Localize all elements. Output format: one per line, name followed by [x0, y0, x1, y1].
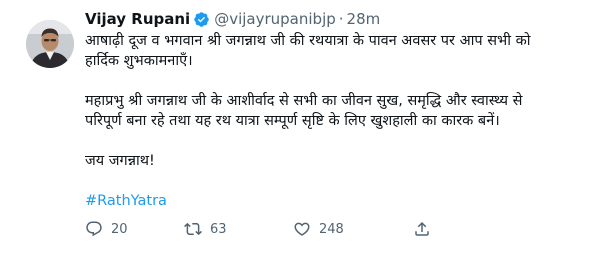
tweet-text-line: हार्दिक शुभकामनाएँ। [85, 53, 193, 69]
tweet-actions: 20 63 248 [85, 219, 431, 239]
tweet-text-line: महाप्रभु श्री जगन्नाथ जी के आशीर्वाद से … [85, 93, 523, 109]
hashtag-link[interactable]: #RathYatra [85, 193, 167, 209]
reply-button[interactable]: 20 [85, 220, 184, 238]
tweet-text-line: परिपूर्ण बना रहे तथा यह रथ यात्रा सम्पूर… [85, 113, 500, 129]
tweet-header: Vijay Rupani @vijayrupanibjp · 28m [85, 9, 380, 29]
avatar[interactable] [26, 20, 74, 68]
avatar-image [26, 20, 74, 68]
share-icon [413, 220, 431, 238]
like-count: 248 [319, 221, 344, 237]
author-handle[interactable]: @vijayrupanibjp [214, 10, 336, 28]
tweet-text-line: आषाढ़ी दूज व भगवान श्री जगन्नाथ जी की रथ… [85, 33, 531, 49]
reply-count: 20 [111, 221, 128, 237]
tweet-text: आषाढ़ी दूज व भगवान श्री जगन्नाथ जी की रथ… [85, 31, 565, 211]
reply-icon [85, 220, 103, 238]
tweet-text-line: जय जगन्नाथ! [85, 153, 155, 169]
share-button[interactable] [413, 220, 431, 238]
heart-icon [293, 220, 311, 238]
retweet-count: 63 [210, 221, 227, 237]
tweet[interactable]: Vijay Rupani @vijayrupanibjp · 28m आषाढ़… [0, 0, 597, 267]
author-name[interactable]: Vijay Rupani [85, 10, 190, 28]
retweet-icon [184, 220, 202, 238]
verified-badge-icon [193, 11, 210, 28]
separator-dot: · [338, 10, 344, 28]
retweet-button[interactable]: 63 [184, 220, 293, 238]
like-button[interactable]: 248 [293, 220, 413, 238]
tweet-timestamp[interactable]: 28m [347, 10, 381, 28]
